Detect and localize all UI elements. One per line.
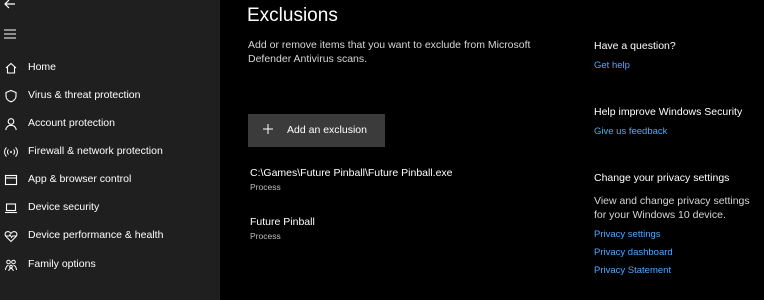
get-help-link[interactable]: Get help xyxy=(594,60,630,71)
improve-heading: Help improve Windows Security xyxy=(594,106,743,118)
family-icon xyxy=(3,257,19,273)
sidebar-item-label: Family options xyxy=(28,258,96,270)
laptop-icon xyxy=(3,200,19,216)
hamburger-menu-icon[interactable] xyxy=(3,28,17,40)
sidebar-item-family-options[interactable]: Family options xyxy=(0,251,220,279)
exclusion-item[interactable]: Future Pinball Process xyxy=(250,216,510,246)
add-exclusion-button[interactable]: Add an exclusion xyxy=(248,114,385,147)
sidebar-item-label: Device security xyxy=(28,201,100,213)
sidebar-item-label: Firewall & network protection xyxy=(28,145,163,157)
privacy-statement-link[interactable]: Privacy Statement xyxy=(594,265,671,276)
sidebar-item-label: App & browser control xyxy=(28,173,132,185)
heart-pulse-icon xyxy=(3,228,19,244)
sidebar-item-firewall-network-protection[interactable]: Firewall & network protection xyxy=(0,138,220,166)
sidebar-item-virus-threat-protection[interactable]: Virus & threat protection xyxy=(0,82,220,110)
shield-icon xyxy=(3,88,19,104)
exclusion-path: Future Pinball xyxy=(250,216,315,228)
sidebar-item-account-protection[interactable]: Account protection xyxy=(0,110,220,138)
exclusion-item[interactable]: C:\Games\Future Pinball\Future Pinball.e… xyxy=(250,167,510,197)
sidebar-item-label: Account protection xyxy=(28,117,115,129)
privacy-dashboard-link[interactable]: Privacy dashboard xyxy=(594,247,673,258)
privacy-heading: Change your privacy settings xyxy=(594,172,730,184)
exclusion-type: Process xyxy=(250,182,281,192)
exclusion-type: Process xyxy=(250,231,281,241)
privacy-description: View and change privacy settings for you… xyxy=(594,195,750,221)
page-description: Add or remove items that you want to exc… xyxy=(248,39,531,65)
person-icon xyxy=(3,116,19,132)
home-icon xyxy=(3,60,19,76)
privacy-settings-link[interactable]: Privacy settings xyxy=(594,229,661,240)
sidebar-item-app-browser-control[interactable]: App & browser control xyxy=(0,166,220,194)
plus-icon xyxy=(262,123,274,135)
back-arrow-icon[interactable] xyxy=(2,0,18,12)
app-window-icon xyxy=(3,172,19,188)
question-heading: Have a question? xyxy=(594,40,676,52)
exclusion-path: C:\Games\Future Pinball\Future Pinball.e… xyxy=(250,167,453,179)
sidebar-item-label: Virus & threat protection xyxy=(28,89,141,101)
sidebar-item-label: Home xyxy=(28,61,57,73)
sidebar: Home Virus & threat protection Account p… xyxy=(0,0,220,300)
sidebar-item-device-security[interactable]: Device security xyxy=(0,194,220,222)
sidebar-item-home[interactable]: Home xyxy=(0,54,220,82)
sidebar-item-label: Device performance & health xyxy=(28,229,164,241)
sidebar-item-device-performance-health[interactable]: Device performance & health xyxy=(0,222,220,250)
add-exclusion-label: Add an exclusion xyxy=(287,124,367,136)
page-title: Exclusions xyxy=(247,5,338,26)
give-feedback-link[interactable]: Give us feedback xyxy=(594,126,667,137)
wireless-icon xyxy=(3,144,19,160)
